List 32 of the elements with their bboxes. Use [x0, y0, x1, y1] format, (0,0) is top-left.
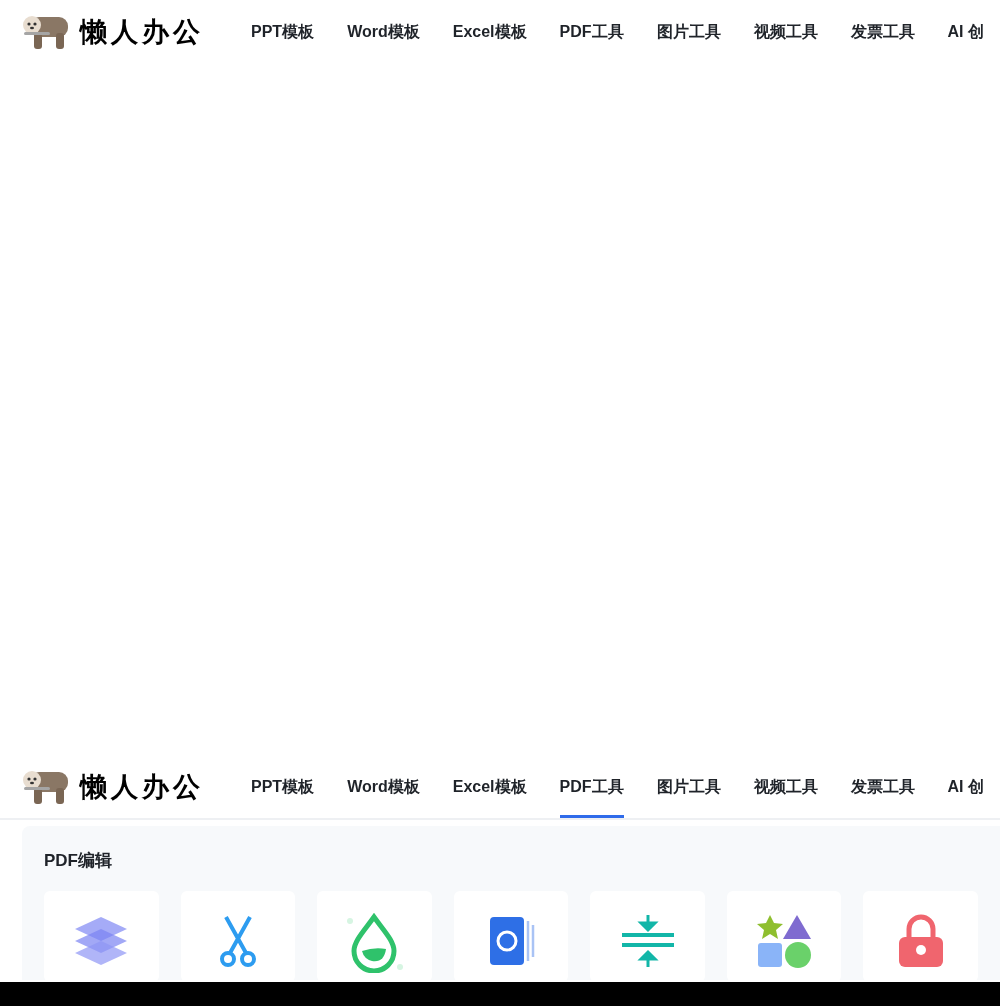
shapes-icon [756, 913, 813, 969]
logo-text: 懒人办公 [80, 15, 204, 49]
nav-tab[interactable]: Excel模板 [452, 756, 527, 818]
nav-tab[interactable]: Excel模板 [452, 0, 527, 64]
nav-tab[interactable]: Word模板 [347, 756, 420, 818]
nav-tab[interactable]: Word模板 [347, 0, 420, 64]
nav-tab[interactable]: 图片工具 [656, 756, 721, 818]
logo-text: 懒人办公 [80, 770, 204, 804]
sloth-logo-icon [22, 768, 70, 806]
scissors-icon [217, 913, 258, 969]
nav-tab[interactable]: 视频工具 [753, 756, 818, 818]
tool-card[interactable] [726, 891, 842, 980]
tool-card[interactable] [44, 891, 159, 980]
tool-card[interactable] [180, 891, 296, 980]
nav-tab[interactable]: PDF工具 [559, 0, 624, 64]
section-title: PDF编辑 [44, 850, 113, 872]
compress-icon [619, 913, 676, 969]
nav-tab[interactable]: 发票工具 [850, 756, 915, 818]
nav-tab[interactable]: AI 创 [947, 0, 984, 64]
tool-card[interactable] [453, 891, 569, 980]
tool-card[interactable] [317, 891, 432, 980]
nav-tab[interactable]: 发票工具 [850, 0, 915, 64]
droplet-icon [344, 913, 405, 973]
tool-card[interactable] [863, 891, 979, 980]
nav-tab[interactable]: PDF工具 [559, 756, 624, 818]
nav-tab[interactable]: 视频工具 [753, 0, 818, 64]
nav-tab[interactable]: PPT模板 [251, 0, 315, 64]
nav-tab[interactable]: PPT模板 [251, 756, 315, 818]
tool-card[interactable] [590, 891, 705, 980]
sloth-logo-icon [22, 13, 70, 51]
nav-tab[interactable]: AI 创 [947, 756, 984, 818]
nav-tab[interactable]: 图片工具 [656, 0, 721, 64]
